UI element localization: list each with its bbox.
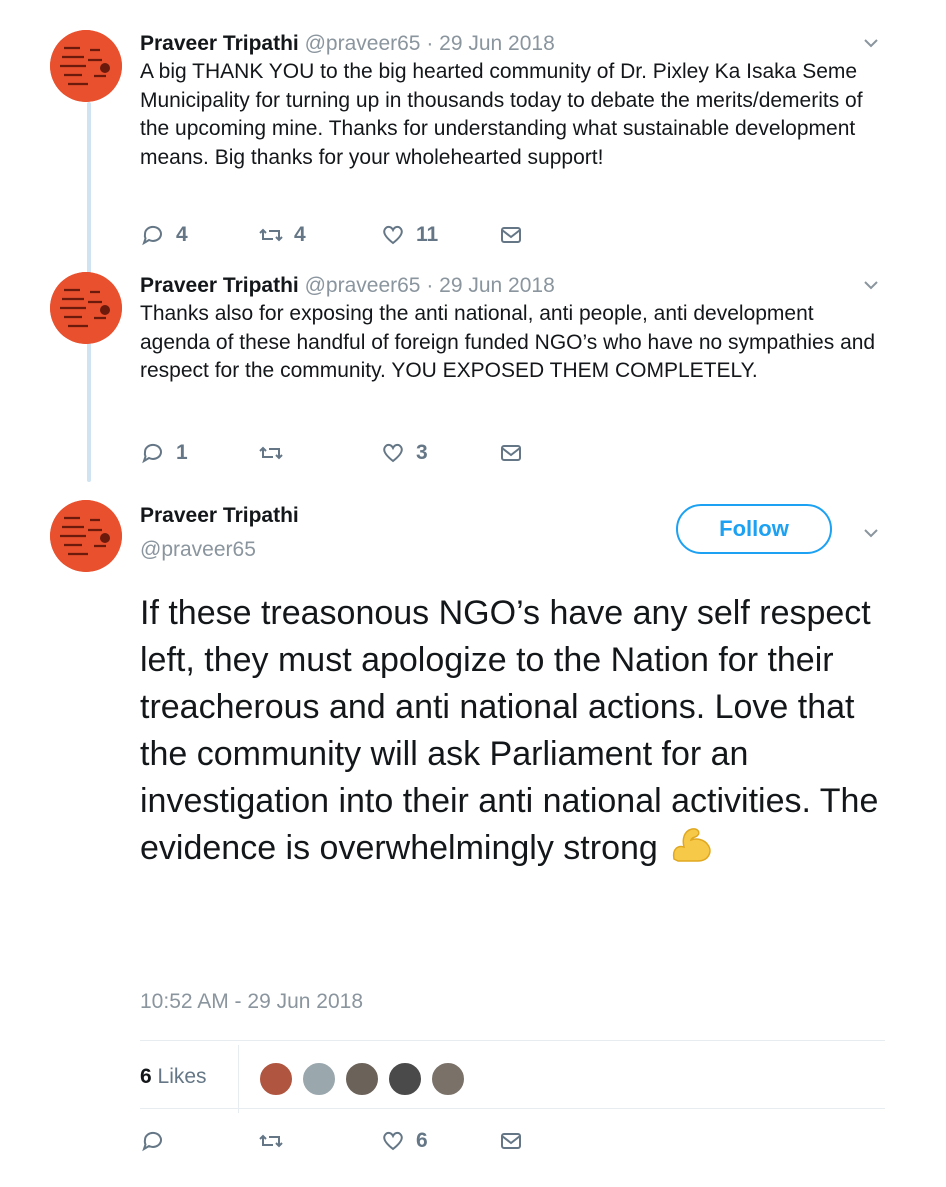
divider	[238, 1045, 239, 1113]
likes-summary[interactable]: 6 Likes	[140, 1065, 207, 1089]
tweet-actions: 1 3	[140, 438, 524, 468]
reply-button[interactable]	[140, 1126, 258, 1156]
envelope-icon	[501, 1133, 521, 1149]
main-tweet: Praveer Tripathi @praveer65 Follow If th…	[50, 500, 890, 1180]
tweet-date[interactable]: 29 Jun 2018	[439, 32, 555, 55]
author-handle[interactable]: @praveer65	[305, 274, 421, 297]
more-options-button[interactable]	[860, 32, 882, 54]
retweet-count: 4	[294, 223, 306, 246]
heart-icon	[383, 443, 403, 463]
envelope-icon	[501, 227, 521, 243]
retweet-button[interactable]: 4	[258, 220, 380, 250]
likes-number: 6	[140, 1065, 152, 1088]
tweet-2[interactable]: Praveer Tripathi @praveer65 · 29 Jun 201…	[50, 272, 890, 472]
main-tweet-text: If these treasonous NGO’s have any self …	[140, 590, 890, 872]
author-name[interactable]: Praveer Tripathi	[140, 274, 299, 297]
heart-icon	[383, 1131, 403, 1151]
avatar-logo-icon	[50, 30, 122, 102]
more-options-button[interactable]	[860, 522, 882, 544]
like-count: 6	[416, 1129, 428, 1152]
reply-button[interactable]: 4	[140, 220, 258, 250]
follow-button[interactable]: Follow	[676, 504, 832, 554]
like-button[interactable]: 6	[380, 1126, 498, 1156]
separator: ·	[426, 32, 434, 55]
likes-label: Likes	[157, 1065, 207, 1088]
tweet-text: Thanks also for exposing the anti nation…	[140, 302, 876, 382]
tweet-header: Praveer Tripathi @praveer65 · 29 Jun 201…	[140, 272, 880, 299]
tweet-1[interactable]: Praveer Tripathi @praveer65 · 29 Jun 201…	[50, 30, 890, 260]
tweet-actions: 6	[140, 1126, 524, 1156]
chevron-down-icon	[864, 39, 878, 48]
liker-avatar[interactable]	[258, 1061, 294, 1097]
avatar-logo-icon	[50, 272, 122, 344]
more-options-button[interactable]	[860, 274, 882, 296]
direct-message-button[interactable]	[498, 1126, 524, 1156]
liker-avatar[interactable]	[430, 1061, 466, 1097]
tweet-actions: 4 4 11	[140, 220, 524, 250]
retweet-icon	[259, 228, 283, 242]
author-handle[interactable]: @praveer65	[305, 32, 421, 55]
direct-message-button[interactable]	[498, 438, 524, 468]
author-name[interactable]: Praveer Tripathi	[140, 32, 299, 55]
chevron-down-icon	[864, 281, 878, 290]
liker-avatar[interactable]	[344, 1061, 380, 1097]
tweet-text: A big THANK YOU to the big hearted commu…	[140, 60, 863, 169]
retweet-button[interactable]	[258, 438, 380, 468]
retweet-icon	[259, 446, 283, 460]
like-count: 11	[416, 223, 439, 246]
separator: ·	[426, 274, 434, 297]
liker-avatar[interactable]	[301, 1061, 337, 1097]
like-button[interactable]: 3	[380, 438, 498, 468]
avatar[interactable]	[50, 272, 122, 344]
reply-icon	[142, 443, 162, 464]
liker-avatar[interactable]	[387, 1061, 423, 1097]
main-tweet-text-content: If these treasonous NGO’s have any self …	[140, 594, 879, 867]
chevron-down-icon	[864, 529, 878, 538]
avatar[interactable]	[50, 30, 122, 102]
direct-message-button[interactable]	[498, 220, 524, 250]
retweet-icon	[259, 1134, 283, 1148]
reply-icon	[142, 225, 162, 246]
divider	[140, 1040, 885, 1041]
reply-count: 4	[176, 223, 188, 246]
like-button[interactable]: 11	[380, 220, 498, 250]
tweet-date[interactable]: 29 Jun 2018	[439, 274, 555, 297]
retweet-button[interactable]	[258, 1126, 380, 1156]
flexed-biceps-icon	[672, 828, 711, 862]
avatar-logo-icon	[50, 500, 122, 572]
reply-button[interactable]: 1	[140, 438, 258, 468]
heart-icon	[383, 225, 403, 245]
likes-row: 6 Likes	[140, 1045, 885, 1113]
tweet-header: Praveer Tripathi @praveer65 · 29 Jun 201…	[140, 30, 880, 57]
liker-avatars	[258, 1061, 473, 1097]
envelope-icon	[501, 445, 521, 461]
like-count: 3	[416, 441, 428, 464]
tweet-timestamp[interactable]: 10:52 AM - 29 Jun 2018	[140, 990, 363, 1014]
reply-count: 1	[176, 441, 188, 464]
reply-icon	[142, 1131, 162, 1152]
divider	[140, 1108, 885, 1109]
avatar[interactable]	[50, 500, 122, 572]
